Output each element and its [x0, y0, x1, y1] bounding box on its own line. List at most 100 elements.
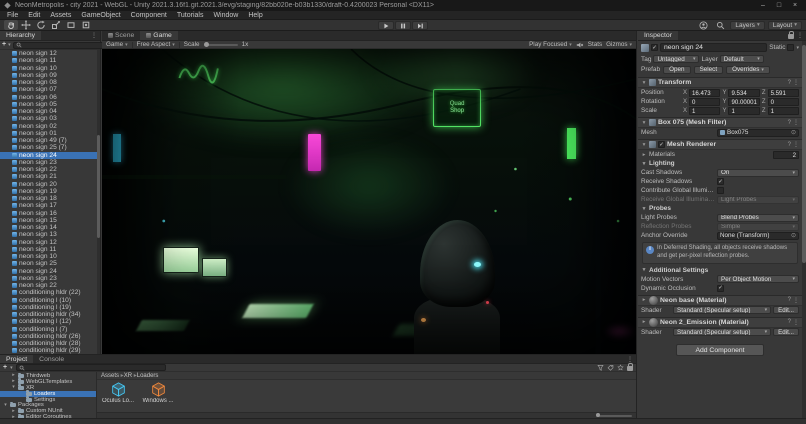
- rotation-y-field[interactable]: 90.00001: [728, 98, 759, 106]
- scale-y-field[interactable]: 1: [728, 107, 759, 115]
- breadcrumb-item[interactable]: Loaders: [137, 373, 159, 379]
- search-by-type-icon[interactable]: [597, 364, 604, 371]
- favorites-icon[interactable]: [617, 364, 624, 371]
- create-object-button[interactable]: +: [2, 41, 6, 49]
- receive-shadows-checkbox[interactable]: [717, 178, 724, 185]
- component-menu-icon[interactable]: ⋮: [793, 297, 799, 304]
- hierarchy-item[interactable]: conditioning hldr (28): [0, 340, 100, 347]
- hierarchy-item[interactable]: conditioning l (19): [0, 304, 100, 311]
- hierarchy-item[interactable]: conditioning hldr (26): [0, 333, 100, 340]
- static-flags-dropdown-icon[interactable]: ▾: [796, 45, 799, 51]
- hierarchy-item[interactable]: neon sign 23: [0, 159, 100, 166]
- create-dropdown-icon[interactable]: ▾: [8, 42, 11, 48]
- search-by-label-icon[interactable]: [607, 364, 614, 371]
- hierarchy-item[interactable]: neon sign 02: [0, 123, 100, 130]
- mesh-filter-header[interactable]: ▾ Box 075 (Mesh Filter) ? ⋮: [638, 117, 802, 128]
- hierarchy-item[interactable]: neon sign 24: [0, 268, 100, 275]
- material-header[interactable]: ▸ Neon base (Material) ? ⋮: [638, 295, 802, 306]
- hierarchy-item[interactable]: neon sign 10: [0, 65, 100, 72]
- pause-button[interactable]: [395, 21, 411, 30]
- gameobject-name-field[interactable]: neon sign 24: [660, 43, 767, 52]
- hierarchy-item[interactable]: conditioning hldr (34): [0, 311, 100, 318]
- additional-settings-header[interactable]: ▾ Additional Settings: [638, 266, 802, 275]
- hierarchy-item[interactable]: neon sign 11: [0, 246, 100, 253]
- mesh-renderer-header[interactable]: ▾ Mesh Renderer ? ⋮: [638, 139, 802, 150]
- shader-dropdown[interactable]: Standard (Specular setup): [673, 328, 771, 336]
- hierarchy-item[interactable]: neon sign 12: [0, 50, 100, 57]
- window-control-button[interactable]: –: [756, 0, 770, 11]
- hierarchy-item[interactable]: conditioning hldr (29): [0, 347, 100, 354]
- position-z-field[interactable]: 5.591: [768, 89, 799, 97]
- tab-project[interactable]: Project: [0, 355, 33, 363]
- hierarchy-item[interactable]: neon sign 19: [0, 188, 100, 195]
- layout-dropdown[interactable]: Layout: [768, 21, 802, 30]
- hierarchy-item[interactable]: neon sign 12: [0, 239, 100, 246]
- prefab-open-button[interactable]: Open: [663, 66, 690, 74]
- add-component-button[interactable]: Add Component: [676, 344, 764, 356]
- anchor-override-field[interactable]: None (Transform) ⊙: [717, 232, 799, 240]
- hierarchy-item[interactable]: neon sign 01: [0, 130, 100, 137]
- transform-component-header[interactable]: ▾ Transform ? ⋮: [638, 77, 802, 88]
- menu-item[interactable]: Window: [208, 11, 243, 20]
- hierarchy-item[interactable]: neon sign 23: [0, 275, 100, 282]
- aspect-ratio-dropdown[interactable]: Free Aspect: [137, 41, 175, 48]
- static-checkbox[interactable]: [787, 44, 794, 51]
- create-asset-dropdown-icon[interactable]: ▾: [10, 365, 13, 371]
- component-menu-icon[interactable]: ⋮: [793, 319, 799, 326]
- object-picker-icon[interactable]: ⊙: [791, 129, 796, 136]
- hierarchy-item[interactable]: neon sign 25: [0, 260, 100, 267]
- folder-foldout-icon[interactable]: ▸: [11, 379, 16, 384]
- foldout-icon[interactable]: ▾: [641, 142, 647, 148]
- foldout-closed-icon[interactable]: ▸: [641, 297, 647, 303]
- help-icon[interactable]: ?: [788, 80, 791, 86]
- contribute-gi-checkbox[interactable]: [717, 187, 724, 194]
- hierarchy-item[interactable]: neon sign 08: [0, 79, 100, 86]
- scale-z-field[interactable]: 1: [768, 107, 799, 115]
- component-menu-icon[interactable]: ⋮: [793, 141, 799, 148]
- tab-hierarchy[interactable]: Hierarchy: [0, 31, 41, 40]
- hierarchy-item[interactable]: neon sign 18: [0, 195, 100, 202]
- prefab-overrides-button[interactable]: Overrides: [726, 66, 770, 74]
- account-button[interactable]: [696, 20, 710, 30]
- asset-item[interactable]: Oculus Lo...: [100, 382, 136, 404]
- foldout-icon[interactable]: ▾: [641, 120, 647, 126]
- hierarchy-item[interactable]: neon sign 07: [0, 86, 100, 93]
- breadcrumb-item[interactable]: XR: [124, 372, 137, 379]
- hierarchy-item[interactable]: neon sign 05: [0, 101, 100, 108]
- hierarchy-item[interactable]: neon sign 49 (7): [0, 137, 100, 144]
- scale-slider-knob[interactable]: [204, 42, 209, 47]
- rotate-tool-button[interactable]: [34, 20, 48, 30]
- stats-toggle[interactable]: Stats: [588, 41, 602, 48]
- cast-shadows-dropdown[interactable]: On: [717, 169, 799, 177]
- foldout-closed-icon[interactable]: ▸: [641, 319, 647, 325]
- foldout-closed-icon[interactable]: ▸: [641, 152, 647, 158]
- menu-item[interactable]: GameObject: [76, 11, 125, 20]
- edit-shader-button[interactable]: Edit...: [773, 306, 799, 314]
- rotation-z-field[interactable]: 0: [768, 98, 799, 106]
- help-icon[interactable]: ?: [788, 120, 791, 126]
- search-button[interactable]: [713, 20, 727, 30]
- hierarchy-item[interactable]: neon sign 13: [0, 231, 100, 238]
- hierarchy-item[interactable]: neon sign 04: [0, 108, 100, 115]
- inspector-lock-icon[interactable]: [788, 34, 794, 39]
- position-x-field[interactable]: 16.473: [689, 89, 720, 97]
- hierarchy-item[interactable]: neon sign 11: [0, 57, 100, 64]
- rotation-x-field[interactable]: 0: [689, 98, 720, 106]
- menu-item[interactable]: Help: [243, 11, 267, 20]
- asset-item[interactable]: Windows ...: [140, 382, 176, 404]
- component-menu-icon[interactable]: ⋮: [793, 119, 799, 126]
- layers-dropdown[interactable]: Layers: [730, 21, 764, 30]
- hierarchy-item[interactable]: conditioning hldr (22): [0, 289, 100, 296]
- object-picker-icon[interactable]: ⊙: [791, 232, 796, 239]
- folder-foldout-icon[interactable]: ▾: [11, 385, 16, 390]
- motion-vectors-dropdown[interactable]: Per Object Motion: [717, 275, 799, 283]
- play-focused-dropdown[interactable]: Play Focused: [529, 41, 572, 48]
- hierarchy-item[interactable]: conditioning l (7): [0, 326, 100, 333]
- window-control-button[interactable]: □: [772, 0, 786, 11]
- play-button[interactable]: [378, 21, 394, 30]
- hierarchy-item[interactable]: neon sign 10: [0, 253, 100, 260]
- hierarchy-item[interactable]: neon sign 22: [0, 282, 100, 289]
- breadcrumb-item[interactable]: Assets: [101, 372, 124, 379]
- hierarchy-menu-icon[interactable]: ⋮: [91, 32, 97, 39]
- asset-zoom-slider[interactable]: [596, 415, 632, 417]
